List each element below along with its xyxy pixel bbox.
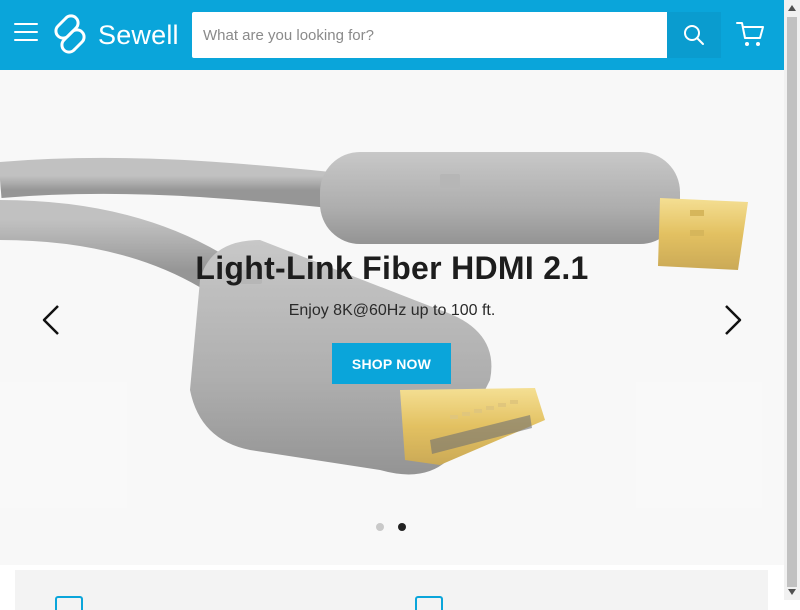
hamburger-menu-icon[interactable] <box>14 23 38 43</box>
search-button[interactable] <box>667 12 721 58</box>
search-icon <box>684 25 704 45</box>
features-panel <box>15 570 768 610</box>
slide-dot-2-active[interactable] <box>398 523 406 531</box>
feature-icon <box>55 596 83 610</box>
scroll-up-icon[interactable] <box>784 0 800 16</box>
chevron-left-icon[interactable] <box>40 302 64 338</box>
page-scrollbar[interactable] <box>784 0 800 600</box>
scroll-down-icon[interactable] <box>784 584 800 600</box>
shop-now-button[interactable]: SHOP NOW <box>332 343 451 384</box>
scrollbar-thumb[interactable] <box>787 17 797 587</box>
search-input[interactable] <box>192 12 667 58</box>
sewell-logo-icon[interactable] <box>52 14 88 54</box>
chevron-right-icon[interactable] <box>720 302 744 338</box>
hero-title: Light-Link Fiber HDMI 2.1 <box>195 250 589 286</box>
hero-subtitle: Enjoy 8K@60Hz up to 100 ft. <box>288 302 496 319</box>
feature-icon <box>415 596 443 610</box>
cart-icon[interactable] <box>735 20 765 48</box>
slide-dot-1[interactable] <box>376 523 384 531</box>
hero-slideshow: Light-Link Fiber HDMI 2.1 Enjoy 8K@60Hz … <box>0 70 784 565</box>
logo-text[interactable]: Sewell <box>98 18 179 52</box>
site-header: Sewell <box>0 0 784 70</box>
